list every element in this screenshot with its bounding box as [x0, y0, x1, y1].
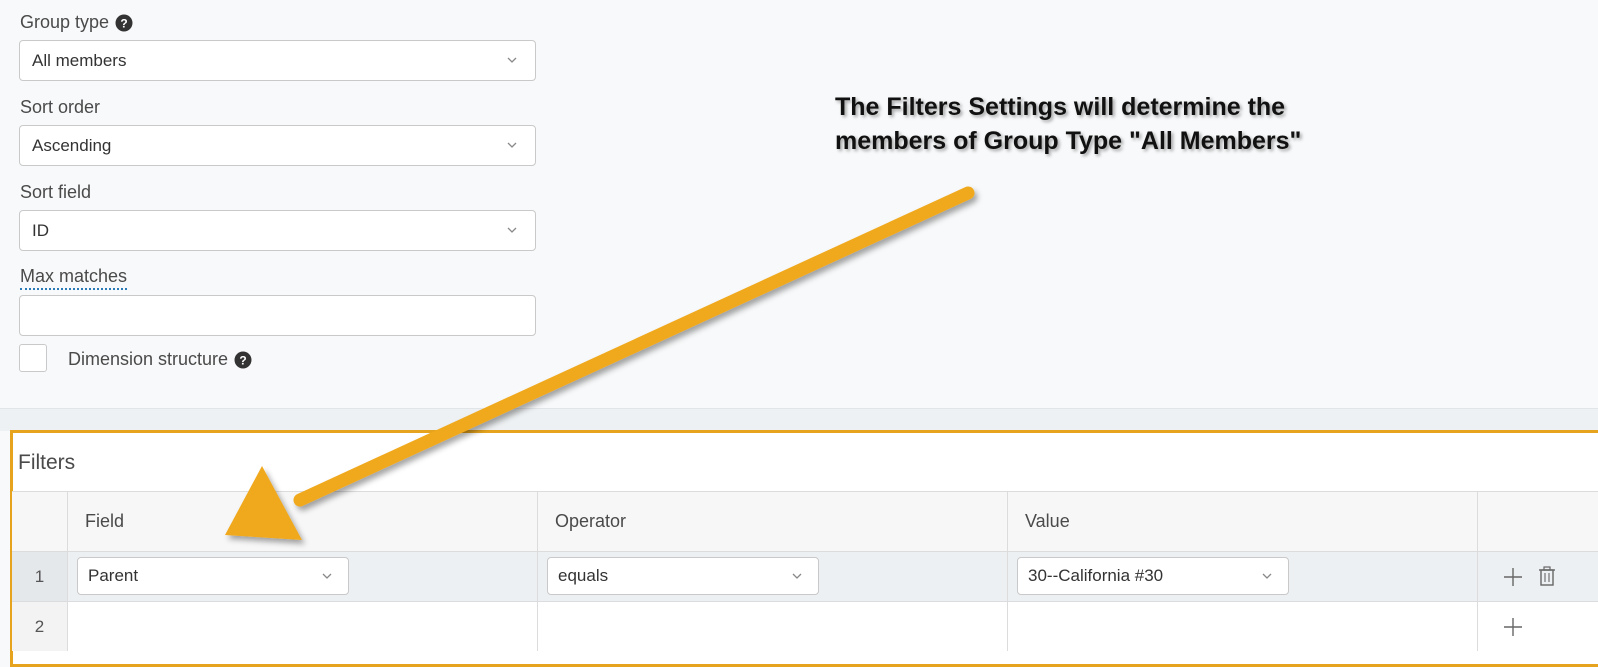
svg-text:?: ?: [239, 353, 246, 367]
sort-order-select[interactable]: Ascending: [19, 125, 536, 166]
sort-field-select[interactable]: ID: [19, 210, 536, 251]
dimension-structure-label: Dimension structure ?: [68, 349, 252, 370]
annotation-callout: The Filters Settings will determine the …: [835, 93, 1302, 155]
section-divider: [0, 408, 1598, 431]
sort-field-label: Sort field: [20, 182, 92, 202]
header-rownum-cell: [12, 491, 68, 551]
column-header-operator[interactable]: Operator: [538, 491, 1008, 551]
chevron-down-icon: [1262, 573, 1272, 579]
row-number: 2: [12, 601, 68, 651]
column-header-value[interactable]: Value: [1008, 491, 1478, 551]
trash-icon[interactable]: [1536, 565, 1558, 587]
max-matches-label: Max matches: [20, 266, 128, 290]
actions-cell: [1478, 551, 1598, 601]
value-cell[interactable]: [1008, 601, 1478, 651]
chevron-down-icon: [792, 573, 802, 579]
column-header-field[interactable]: Field: [68, 491, 538, 551]
field-cell: Parent: [68, 551, 538, 601]
max-matches-input[interactable]: [19, 295, 536, 336]
table-row[interactable]: 1 Parent equals 30--California #30: [12, 551, 1598, 601]
operator-select[interactable]: equals: [547, 557, 819, 595]
row-number: 1: [12, 551, 68, 601]
plus-icon[interactable]: [1502, 566, 1524, 588]
help-icon[interactable]: ?: [115, 14, 133, 32]
table-row[interactable]: 2: [12, 601, 1598, 651]
dimension-structure-checkbox[interactable]: [19, 344, 47, 372]
filters-title: Filters: [18, 451, 76, 474]
value-cell: 30--California #30: [1008, 551, 1478, 601]
chevron-down-icon: [322, 573, 332, 579]
grid-header-row: Field Operator Value: [12, 491, 1598, 551]
help-icon[interactable]: ?: [234, 351, 252, 369]
chevron-down-icon: [507, 142, 517, 148]
plus-icon[interactable]: [1502, 616, 1524, 638]
chevron-down-icon: [507, 227, 517, 233]
operator-cell[interactable]: [538, 601, 1008, 651]
header-actions-cell: [1478, 491, 1598, 551]
group-type-select[interactable]: All members: [19, 40, 536, 81]
field-cell[interactable]: [68, 601, 538, 651]
value-select[interactable]: 30--California #30: [1017, 557, 1289, 595]
field-select[interactable]: Parent: [77, 557, 349, 595]
sort-order-label: Sort order: [20, 97, 101, 117]
svg-text:?: ?: [120, 16, 127, 30]
actions-cell: [1478, 601, 1598, 651]
group-type-label: Group type ?: [20, 12, 133, 33]
operator-cell: equals: [538, 551, 1008, 601]
chevron-down-icon: [507, 57, 517, 63]
